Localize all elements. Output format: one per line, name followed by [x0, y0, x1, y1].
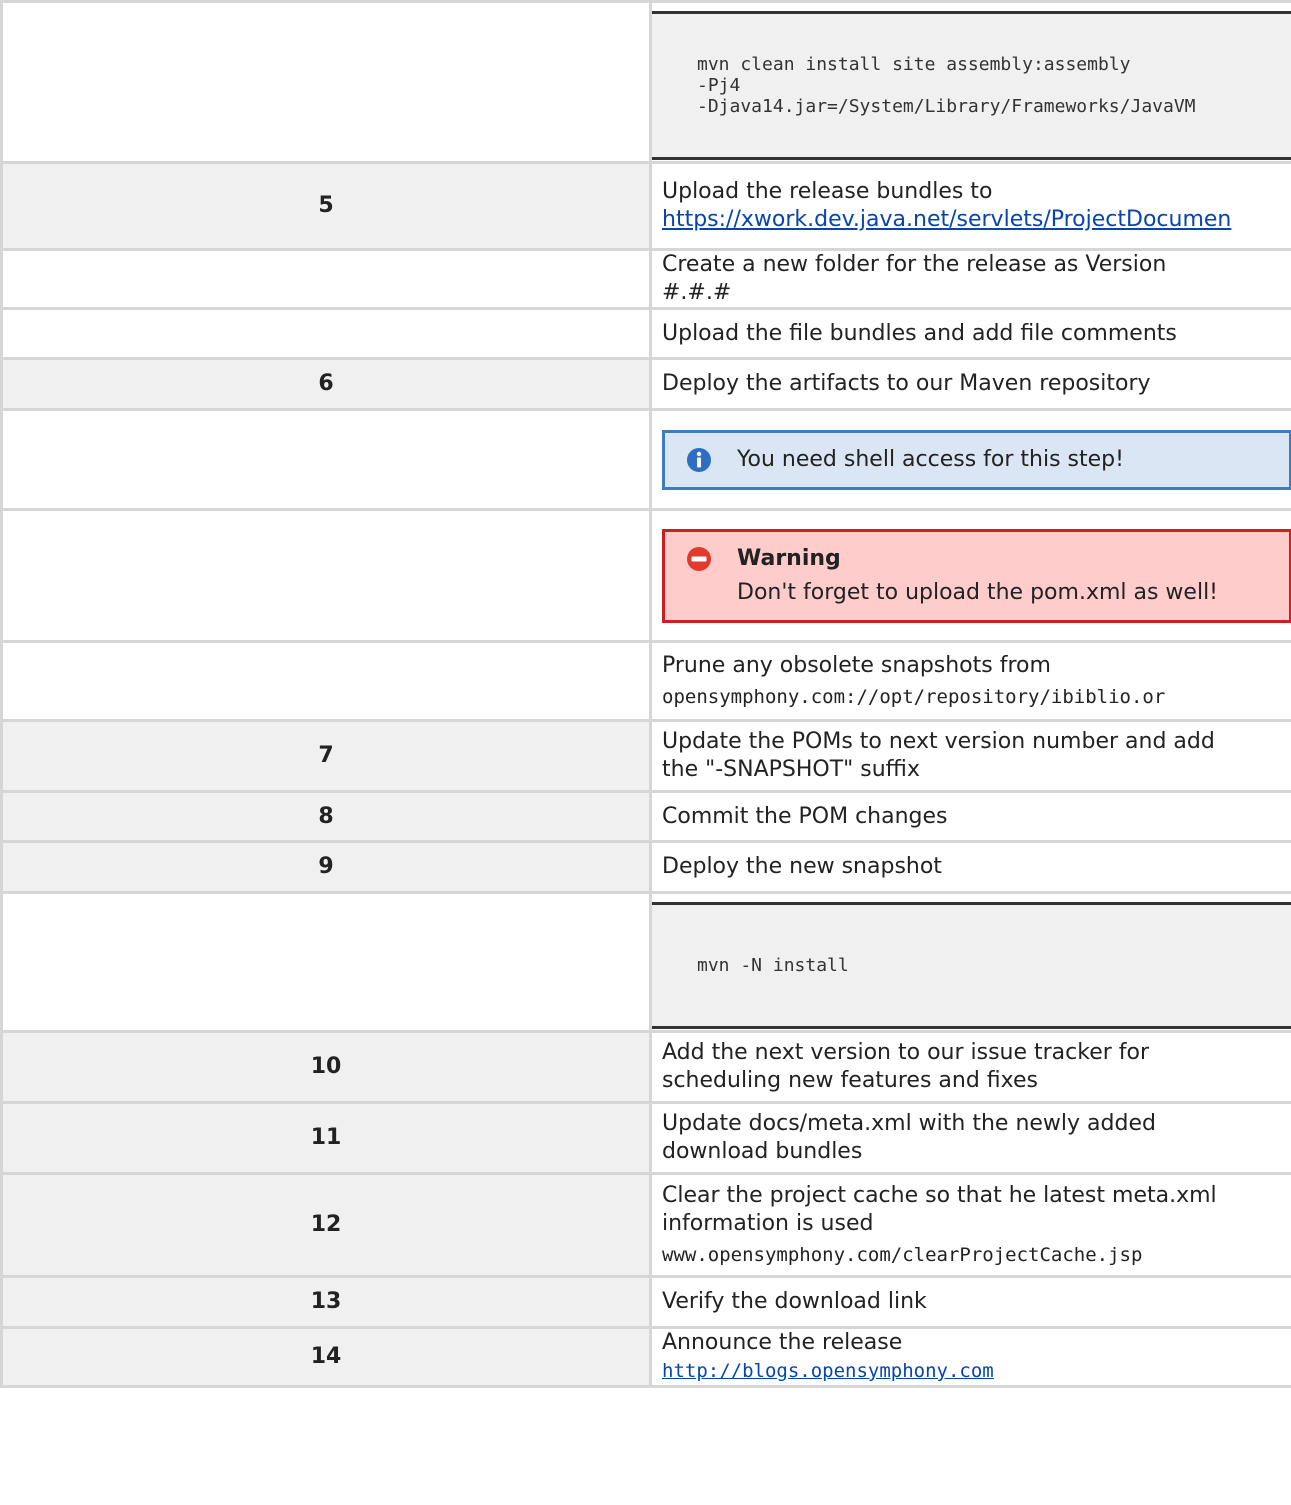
- code-line: -Pj4: [697, 74, 741, 96]
- table-row: Prune any obsolete snapshots from opensym…: [0, 640, 1291, 722]
- step-text: scheduling new features and fixes: [662, 1068, 1038, 1093]
- path-text: opensymphony.com://opt/repository/ibibli…: [662, 686, 1166, 708]
- step-text: Upload the file bundles and add file com…: [662, 320, 1177, 346]
- warning-text-group: Warning Don't forget to upload the pom.xm…: [737, 542, 1218, 610]
- step-number-cell: 6: [0, 357, 652, 411]
- step-text: Update the POMs to next version number a…: [662, 729, 1215, 754]
- step-number-cell: 12: [0, 1172, 652, 1278]
- step-description-cell: You need shell access for this step!: [649, 408, 1291, 511]
- step-description-cell: Update docs/meta.xml with the newly adde…: [649, 1101, 1291, 1175]
- step-description-cell: Warning Don't forget to upload the pom.xm…: [649, 508, 1291, 643]
- warning-title: Warning: [737, 545, 841, 571]
- step-text: download bundles: [662, 1139, 863, 1164]
- blogs-link[interactable]: http://blogs.opensymphony.com: [662, 1357, 1291, 1384]
- release-steps-body: mvn clean install site assembly:assembly…: [0, 0, 1291, 1388]
- step-text: Create a new folder for the release as V…: [662, 252, 1167, 278]
- step-description-cell: Deploy the new snapshot: [649, 840, 1291, 894]
- table-row: 6 Deploy the artifacts to our Maven repos…: [0, 357, 1291, 411]
- step-number-cell: 7: [0, 719, 652, 793]
- info-circle-icon: [687, 447, 711, 472]
- step-number-cell: [0, 0, 652, 164]
- step-description-cell: Create a new folder for the release as V…: [649, 248, 1291, 310]
- table-row: 8 Commit the POM changes: [0, 790, 1291, 843]
- table-row: mvn -N install: [0, 891, 1291, 1033]
- table-row: 10 Add the next version to our issue trac…: [0, 1030, 1291, 1104]
- step-description-cell: Add the next version to our issue tracke…: [649, 1030, 1291, 1104]
- info-text: You need shell access for this step!: [737, 446, 1124, 472]
- code-line: -Djava14.jar=/System/Library/Frameworks/…: [697, 95, 1196, 117]
- no-entry-icon: [687, 546, 711, 571]
- step-description-cell: Clear the project cache so that he lates…: [649, 1172, 1291, 1278]
- table-row: You need shell access for this step!: [0, 408, 1291, 511]
- step-number-cell: 10: [0, 1030, 652, 1104]
- table-row: 12 Clear the project cache so that he lat…: [0, 1172, 1291, 1278]
- step-number-cell: [0, 248, 652, 310]
- step-number-cell: [0, 508, 652, 643]
- step-description-cell: Commit the POM changes: [649, 790, 1291, 843]
- code-block: mvn -N install: [653, 901, 1291, 1029]
- code-block: mvn clean install site assembly:assembly…: [653, 10, 1291, 160]
- step-description-cell: Deploy the artifacts to our Maven reposi…: [649, 357, 1291, 411]
- step-description-cell: Announce the release http://blogs.opensym…: [649, 1326, 1291, 1388]
- step-text: the "-SNAPSHOT" suffix: [662, 757, 920, 782]
- release-steps-table: mvn clean install site assembly:assembly…: [0, 0, 1291, 1388]
- step-text: Commit the POM changes: [662, 803, 948, 829]
- table-row: 13 Verify the download link: [0, 1275, 1291, 1329]
- step-description-cell: Update the POMs to next version number a…: [649, 719, 1291, 793]
- step-number-cell: [0, 891, 652, 1033]
- step-description-cell: Upload the file bundles and add file com…: [649, 307, 1291, 360]
- step-number-cell: 5: [0, 161, 652, 251]
- step-description-cell: mvn -N install: [649, 891, 1291, 1033]
- step-text: Update docs/meta.xml with the newly adde…: [662, 1111, 1156, 1136]
- code-line: mvn -N install: [697, 954, 849, 976]
- table-row: Upload the file bundles and add file com…: [0, 307, 1291, 360]
- step-description-cell: mvn clean install site assembly:assembly…: [649, 0, 1291, 164]
- table-row: 9 Deploy the new snapshot: [0, 840, 1291, 894]
- step-number-cell: 11: [0, 1101, 652, 1175]
- warning-text: Don't forget to upload the pom.xml as we…: [737, 579, 1219, 605]
- table-row: 5 Upload the release bundles to https://xw…: [0, 161, 1291, 251]
- step-text: Verify the download link: [662, 1289, 927, 1314]
- step-number-cell: 14: [0, 1326, 652, 1388]
- table-row: 7 Update the POMs to next version number …: [0, 719, 1291, 793]
- info-panel: You need shell access for this step!: [662, 429, 1291, 490]
- step-text: Upload the release bundles to: [662, 179, 993, 204]
- table-row: Warning Don't forget to upload the pom.xm…: [0, 508, 1291, 643]
- step-description-cell: Verify the download link: [649, 1275, 1291, 1329]
- step-number-cell: 13: [0, 1275, 652, 1329]
- project-documents-link[interactable]: https://xwork.dev.java.net/servlets/Proj…: [662, 207, 1231, 232]
- step-number-cell: 9: [0, 840, 652, 894]
- step-text: Add the next version to our issue tracke…: [662, 1040, 1150, 1065]
- table-row: 11 Update docs/meta.xml with the newly ad…: [0, 1101, 1291, 1175]
- step-text: Clear the project cache so that he lates…: [662, 1183, 1217, 1236]
- table-row: mvn clean install site assembly:assembly…: [0, 0, 1291, 164]
- step-number-cell: 8: [0, 790, 652, 843]
- step-number-cell: [0, 307, 652, 360]
- table-row: Create a new folder for the release as V…: [0, 248, 1291, 310]
- step-number-cell: [0, 408, 652, 511]
- step-text: Prune any obsolete snapshots from: [662, 653, 1051, 678]
- step-number-cell: [0, 640, 652, 722]
- step-text: Deploy the artifacts to our Maven reposi…: [662, 371, 1151, 396]
- warning-panel: Warning Don't forget to upload the pom.xm…: [662, 528, 1291, 623]
- step-description-cell: Prune any obsolete snapshots from opensym…: [649, 640, 1291, 722]
- info-text-group: You need shell access for this step!: [737, 443, 1124, 477]
- path-text: www.opensymphony.com/clearProjectCache.j…: [662, 1244, 1143, 1266]
- code-line: mvn clean install site assembly:assembly: [697, 53, 1131, 75]
- step-text: Deploy the new snapshot: [662, 854, 942, 879]
- step-text: Announce the release: [662, 1330, 903, 1356]
- table-row: 14 Announce the release http://blogs.opens…: [0, 1326, 1291, 1388]
- step-text: #.#.#: [662, 280, 732, 305]
- step-description-cell: Upload the release bundles to https://xwo…: [649, 161, 1291, 251]
